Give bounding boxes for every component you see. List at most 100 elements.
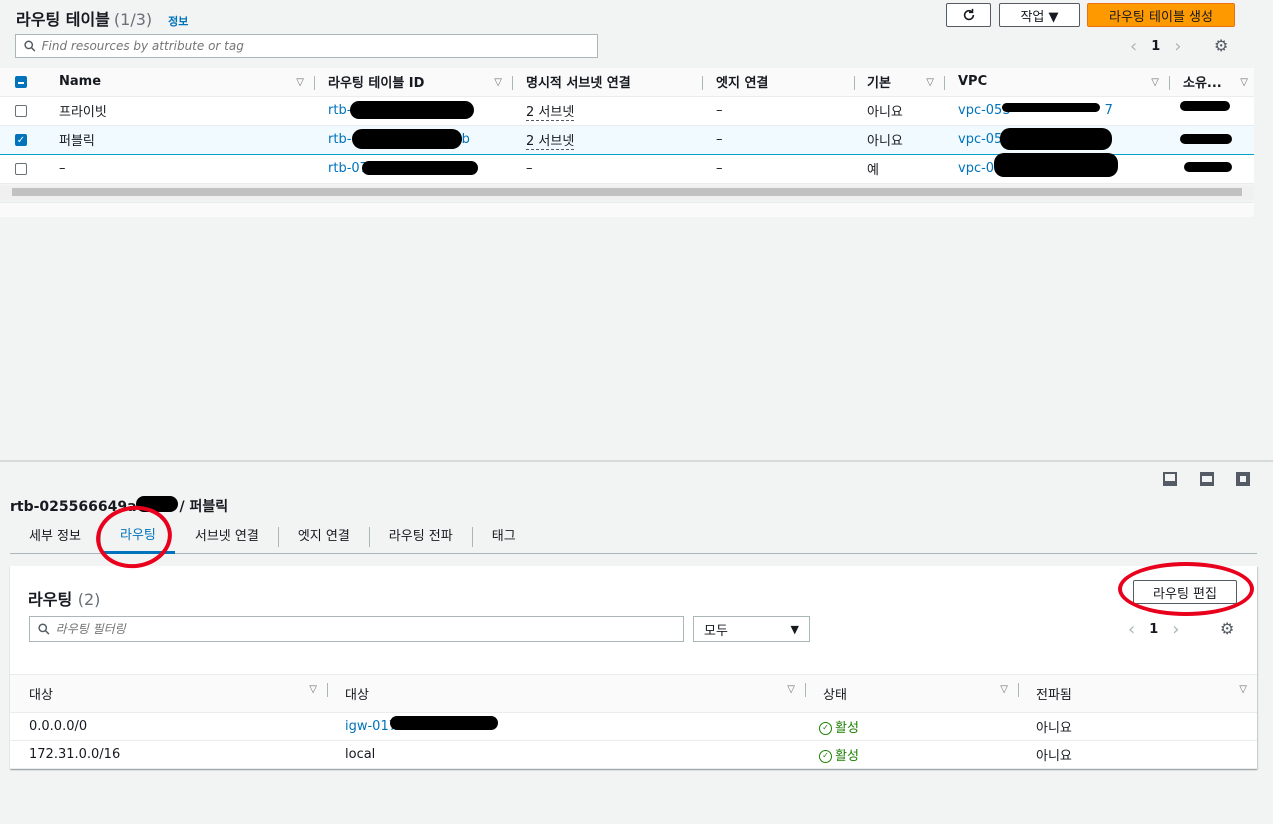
refresh-icon — [963, 8, 974, 21]
maximize-icon[interactable] — [1236, 472, 1250, 486]
cell-edge: – — [702, 154, 854, 184]
tab-edge-associations[interactable]: 엣지 연결 — [279, 526, 370, 547]
cell-edge: – — [702, 96, 854, 126]
page-number[interactable]: 1 — [1149, 622, 1158, 637]
tab-tags[interactable]: 태그 — [473, 527, 535, 547]
horizontal-scrollbar-track[interactable] — [0, 202, 1254, 217]
redaction-mark — [994, 153, 1118, 177]
cell-target: local — [327, 740, 805, 769]
sort-icon[interactable]: ▽ — [1239, 684, 1247, 695]
sort-icon[interactable]: ▽ — [787, 684, 795, 695]
cell-name: – — [44, 154, 314, 184]
routes-table: 대상 ▽ 대상 ▽ 상태 ▽ 전파됨 ▽ 0.0.0.0/0 igw-017 ✓ 활성 아… — [10, 674, 1257, 769]
search-box[interactable] — [15, 34, 598, 58]
status-cell: ✓ 활성 — [805, 712, 1018, 741]
scrollbar-thumb[interactable] — [12, 188, 1242, 196]
prev-page-icon[interactable]: ‹ — [1130, 36, 1137, 57]
tab-subnet-associations[interactable]: 서브넷 연결 — [176, 526, 279, 547]
cell-main: 아니요 — [854, 96, 944, 126]
route-filter-input[interactable] — [55, 622, 683, 636]
column-header-id[interactable]: 라우팅 테이블 ID ▽ — [314, 68, 512, 97]
check-circle-icon: ✓ — [819, 750, 832, 763]
horizontal-scrollbar[interactable] — [0, 186, 1254, 200]
route-filter-box[interactable] — [29, 616, 684, 642]
create-route-table-button[interactable]: 라우팅 테이블 생성 — [1087, 3, 1235, 27]
detail-tabs: 세부 정보 라우팅 서브넷 연결 엣지 연결 라우팅 전파 태그 — [10, 520, 1257, 554]
sort-icon[interactable]: ▽ — [296, 77, 304, 88]
route-table-detail-panel: rtb-025566649a fb / 퍼블릭 세부 정보 라우팅 서브넷 연결 … — [0, 462, 1273, 824]
routes-pagination: ‹ 1 › — [1128, 619, 1179, 640]
row-checkbox-checked[interactable]: ✓ — [15, 133, 27, 146]
row-checkbox[interactable] — [15, 104, 27, 117]
column-header-destination[interactable]: 대상 ▽ — [10, 674, 327, 713]
subnet-association[interactable]: 2 서브넷 — [526, 105, 575, 121]
table-header: Name ▽ 라우팅 테이블 ID ▽ 명시적 서브넷 연결 엣지 연결 기본 ▽ V… — [0, 68, 1254, 97]
next-page-icon[interactable]: › — [1172, 619, 1179, 640]
settings-gear-icon[interactable]: ⚙ — [1220, 619, 1234, 638]
panel-header: 라우팅 테이블 (1/3) 정보 — [16, 6, 188, 29]
column-header-owner[interactable]: 소유... ▽ — [1169, 68, 1254, 97]
cell-name: 퍼블릭 — [44, 124, 314, 155]
cell-subnets: – — [512, 154, 702, 184]
actions-button[interactable]: 작업 ▼ — [999, 3, 1080, 27]
column-header-subnets[interactable]: 명시적 서브넷 연결 — [512, 68, 702, 97]
select-value: 모두 — [704, 623, 728, 639]
cell-name: 프라이빗 — [44, 96, 314, 126]
redaction-mark — [1180, 101, 1230, 111]
sort-icon[interactable]: ▽ — [1240, 77, 1248, 88]
split-bottom-icon[interactable] — [1163, 472, 1177, 486]
column-header-propagated[interactable]: 전파됨 ▽ — [1018, 674, 1257, 713]
row-checkbox[interactable] — [15, 162, 27, 175]
info-link[interactable]: 정보 — [168, 13, 188, 29]
table-row: 0.0.0.0/0 igw-017 ✓ 활성 아니요 — [10, 712, 1257, 741]
sort-icon[interactable]: ▽ — [309, 684, 317, 695]
search-input[interactable] — [41, 39, 597, 53]
redaction-mark — [1000, 128, 1112, 150]
table-row: 172.31.0.0/16 local ✓ 활성 아니요 — [10, 740, 1257, 769]
page-number[interactable]: 1 — [1151, 39, 1160, 54]
sort-icon[interactable]: ▽ — [926, 77, 934, 88]
column-header-status[interactable]: 상태 ▽ — [805, 674, 1018, 713]
annotation-circle-edit-button — [1118, 562, 1254, 616]
pagination: ‹ 1 › — [1130, 36, 1181, 57]
page-title: 라우팅 테이블 — [16, 10, 110, 29]
redaction-mark — [1184, 162, 1232, 172]
search-icon — [38, 623, 50, 635]
selection-count: (1/3) — [113, 10, 153, 29]
redaction-mark — [1002, 103, 1100, 112]
sort-icon[interactable]: ▽ — [1151, 77, 1159, 88]
column-header-edge[interactable]: 엣지 연결 — [702, 68, 854, 97]
select-all-checkbox[interactable] — [15, 75, 27, 88]
split-side-icon[interactable] — [1200, 472, 1214, 486]
caret-down-icon: ▼ — [790, 622, 799, 636]
settings-gear-icon[interactable]: ⚙ — [1214, 36, 1228, 55]
cell-destination: 0.0.0.0/0 — [10, 712, 327, 741]
prev-page-icon[interactable]: ‹ — [1128, 619, 1135, 640]
cell-main: 예 — [854, 154, 944, 184]
redaction-mark — [1180, 134, 1232, 144]
redaction-mark — [352, 129, 462, 149]
redaction-mark — [390, 716, 498, 730]
redaction-mark — [362, 161, 478, 175]
check-circle-icon: ✓ — [819, 722, 832, 735]
subnet-association[interactable]: 2 서브넷 — [526, 134, 575, 150]
redaction-mark — [350, 101, 474, 119]
sort-icon[interactable]: ▽ — [494, 77, 502, 88]
tab-route-propagation[interactable]: 라우팅 전파 — [370, 526, 473, 547]
sort-icon[interactable]: ▽ — [1000, 684, 1008, 695]
cell-destination: 172.31.0.0/16 — [10, 740, 327, 769]
cell-propagated: 아니요 — [1018, 712, 1257, 741]
routes-card: 라우팅 (2) 라우팅 편집 모두 ▼ ‹ 1 › ⚙ 대상▽ 대상▽ 상태▽ … — [10, 566, 1257, 769]
next-page-icon[interactable]: › — [1174, 36, 1181, 57]
cell-propagated: 아니요 — [1018, 740, 1257, 769]
column-header-target[interactable]: 대상 ▽ — [327, 674, 805, 713]
search-icon — [24, 40, 36, 52]
tab-details[interactable]: 세부 정보 — [10, 526, 101, 547]
status-cell: ✓ 활성 — [805, 740, 1018, 769]
status-select[interactable]: 모두 ▼ — [693, 616, 810, 642]
cell-main: 아니요 — [854, 124, 944, 155]
column-header-vpc[interactable]: VPC ▽ — [944, 68, 1169, 97]
column-header-name[interactable]: Name ▽ — [44, 68, 314, 97]
column-header-main[interactable]: 기본 ▽ — [854, 68, 944, 97]
refresh-button[interactable] — [946, 3, 991, 27]
